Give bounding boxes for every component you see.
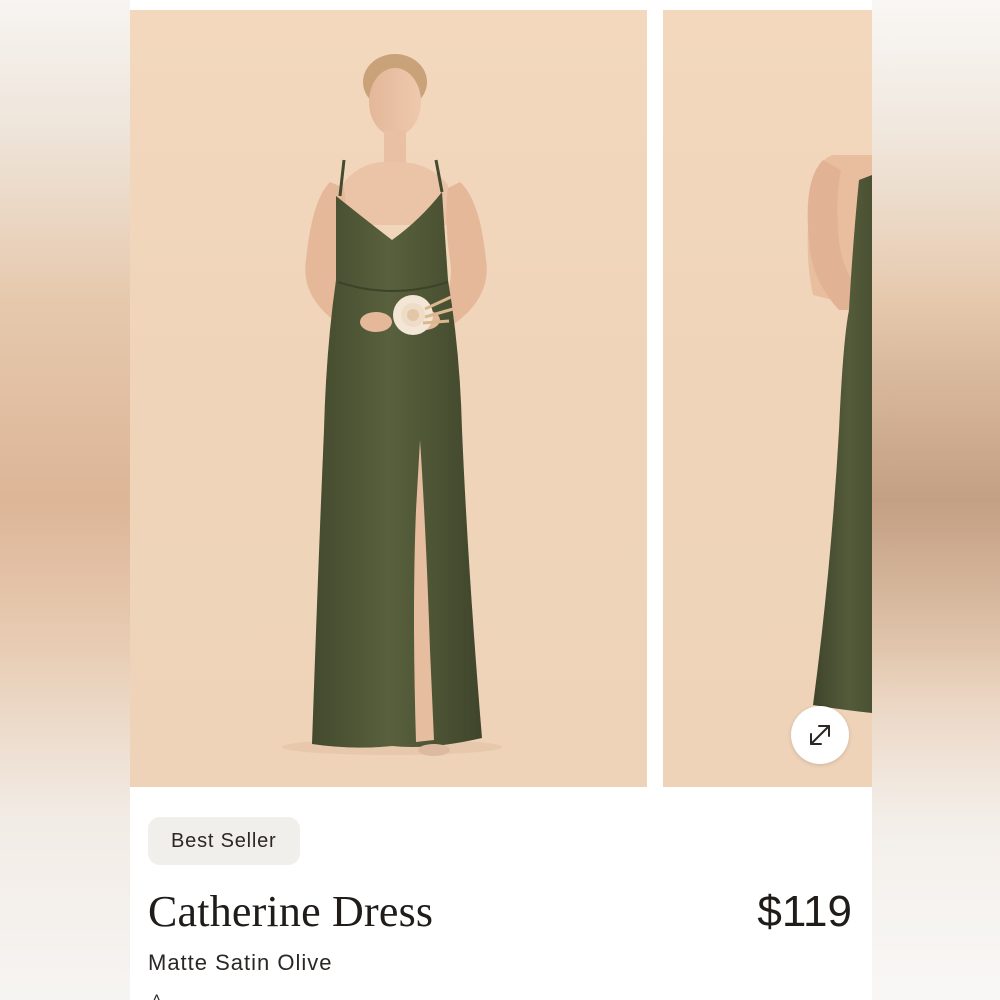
expand-arrows-icon xyxy=(810,725,830,745)
product-title: Catherine Dress xyxy=(148,887,434,936)
backdrop-right xyxy=(870,0,1000,1000)
rating-star-icon: ˄ xyxy=(152,991,162,1000)
product-color-name: Matte Satin Olive xyxy=(148,950,333,975)
backdrop-left xyxy=(0,0,130,1000)
product-price: $119 xyxy=(757,887,852,936)
best-seller-badge: Best Seller xyxy=(148,817,300,865)
product-image-back[interactable] xyxy=(663,10,872,787)
product-page: Best Seller Catherine Dress $119 Matte S… xyxy=(130,0,872,1000)
product-image-main[interactable] xyxy=(130,10,647,787)
model-back-illustration xyxy=(807,155,872,713)
expand-image-button[interactable] xyxy=(791,706,849,764)
model-front-illustration xyxy=(282,54,502,756)
